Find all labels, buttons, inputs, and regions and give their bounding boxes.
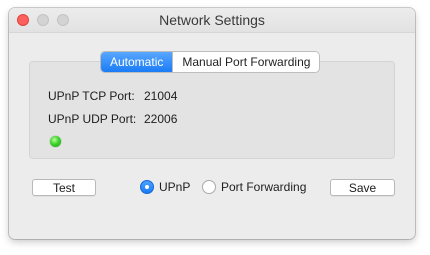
radio-port-forwarding-label: Port Forwarding <box>221 180 307 194</box>
test-button[interactable]: Test <box>32 179 96 196</box>
radio-upnp-label: UPnP <box>159 180 191 194</box>
title-bar: Network Settings <box>9 8 415 33</box>
udp-port-value: 22006 <box>144 112 178 126</box>
tab-bar: Automatic Manual Port Forwarding <box>101 52 320 72</box>
save-button[interactable]: Save <box>330 179 395 196</box>
automatic-tab-panel: UPnP TCP Port: 21004 UPnP UDP Port: 2200… <box>29 61 395 159</box>
radio-selected-icon[interactable] <box>140 180 154 194</box>
radio-unselected-icon[interactable] <box>202 180 216 194</box>
network-settings-window: Network Settings UPnP TCP Port: 21004 UP… <box>9 8 415 239</box>
udp-port-label: UPnP UDP Port: <box>48 112 137 126</box>
tab-manual-port-forwarding[interactable]: Manual Port Forwarding <box>172 52 320 72</box>
tab-automatic[interactable]: Automatic <box>101 52 173 72</box>
window-title: Network Settings <box>159 12 265 28</box>
tcp-port-value: 21004 <box>144 89 178 103</box>
status-led-icon <box>50 136 61 147</box>
udp-port-row: UPnP UDP Port: 22006 <box>48 112 177 126</box>
radio-upnp[interactable]: UPnP <box>140 179 190 195</box>
radio-port-forwarding[interactable]: Port Forwarding <box>202 179 306 195</box>
tcp-port-label: UPnP TCP Port: <box>48 89 135 103</box>
tcp-port-row: UPnP TCP Port: 21004 <box>48 89 177 103</box>
